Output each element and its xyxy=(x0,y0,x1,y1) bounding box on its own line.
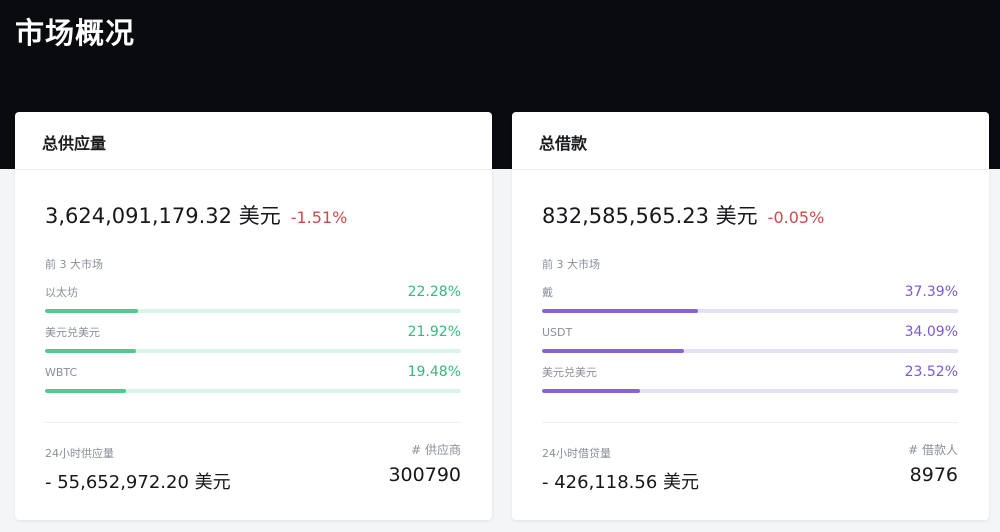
borrowers-count-label: # 借款人 xyxy=(908,443,958,457)
market-share-bar xyxy=(542,349,958,353)
market-item[interactable]: WBTC 19.48% xyxy=(45,363,461,393)
market-percent: 23.52% xyxy=(904,364,958,380)
top-markets-label: 前 3 大市场 xyxy=(542,258,600,271)
market-share-fill xyxy=(45,309,138,313)
volume-24h-label: 24小时供应量 xyxy=(45,447,114,460)
market-percent: 21.92% xyxy=(407,324,461,340)
market-share-fill xyxy=(542,349,684,353)
total-supply-change: -1.51% xyxy=(290,208,348,227)
market-name: 美元兑美元 xyxy=(45,326,100,339)
market-item[interactable]: 美元兑美元 21.92% xyxy=(45,323,461,353)
market-percent: 22.28% xyxy=(407,284,461,300)
market-item[interactable]: 以太坊 22.28% xyxy=(45,283,461,313)
total-supply-value: 3,624,091,179.32 美元 xyxy=(45,204,281,228)
total-borrow-value: 832,585,565.23 美元 xyxy=(542,204,758,228)
card-title: 总借款 xyxy=(512,112,989,170)
divider xyxy=(45,422,461,423)
market-name: 美元兑美元 xyxy=(542,366,597,379)
market-share-bar xyxy=(45,349,461,353)
market-share-bar xyxy=(542,389,958,393)
market-name: USDT xyxy=(542,325,573,339)
volume-24h-value: - 55,652,972.20 美元 xyxy=(45,472,231,493)
suppliers-count-value: 300790 xyxy=(388,464,461,486)
market-share-fill xyxy=(45,349,137,353)
page-title: 市场概况 xyxy=(15,16,136,50)
market-share-bar xyxy=(45,309,461,313)
divider xyxy=(542,422,958,423)
card-title: 总供应量 xyxy=(15,112,492,170)
market-item[interactable]: 美元兑美元 23.52% xyxy=(542,363,958,393)
market-share-fill xyxy=(45,389,127,393)
suppliers-count-label: # 供应商 xyxy=(411,443,461,457)
market-percent: 37.39% xyxy=(904,284,958,300)
borrowers-count-value: 8976 xyxy=(909,464,958,486)
market-share-bar xyxy=(45,389,461,393)
market-name: 以太坊 xyxy=(45,286,78,299)
total-supply-row: 3,624,091,179.32 美元 -1.51% xyxy=(45,200,347,230)
volume-24h-label: 24小时借贷量 xyxy=(542,447,611,460)
market-name: WBTC xyxy=(45,365,78,379)
market-share-fill xyxy=(542,309,698,313)
market-percent: 34.09% xyxy=(904,324,958,340)
market-percent: 19.48% xyxy=(407,364,461,380)
market-item[interactable]: USDT 34.09% xyxy=(542,323,958,353)
total-borrow-card: 总借款 832,585,565.23 美元 -0.05% 前 3 大市场 戴 3… xyxy=(512,112,989,520)
market-share-bar xyxy=(542,309,958,313)
total-borrow-change: -0.05% xyxy=(767,208,825,227)
total-borrow-row: 832,585,565.23 美元 -0.05% xyxy=(542,200,824,230)
market-name: 戴 xyxy=(542,286,553,299)
top-markets-label: 前 3 大市场 xyxy=(45,258,103,271)
volume-24h-value: - 426,118.56 美元 xyxy=(542,472,699,493)
total-supply-card: 总供应量 3,624,091,179.32 美元 -1.51% 前 3 大市场 … xyxy=(15,112,492,520)
market-item[interactable]: 戴 37.39% xyxy=(542,283,958,313)
market-share-fill xyxy=(542,389,640,393)
